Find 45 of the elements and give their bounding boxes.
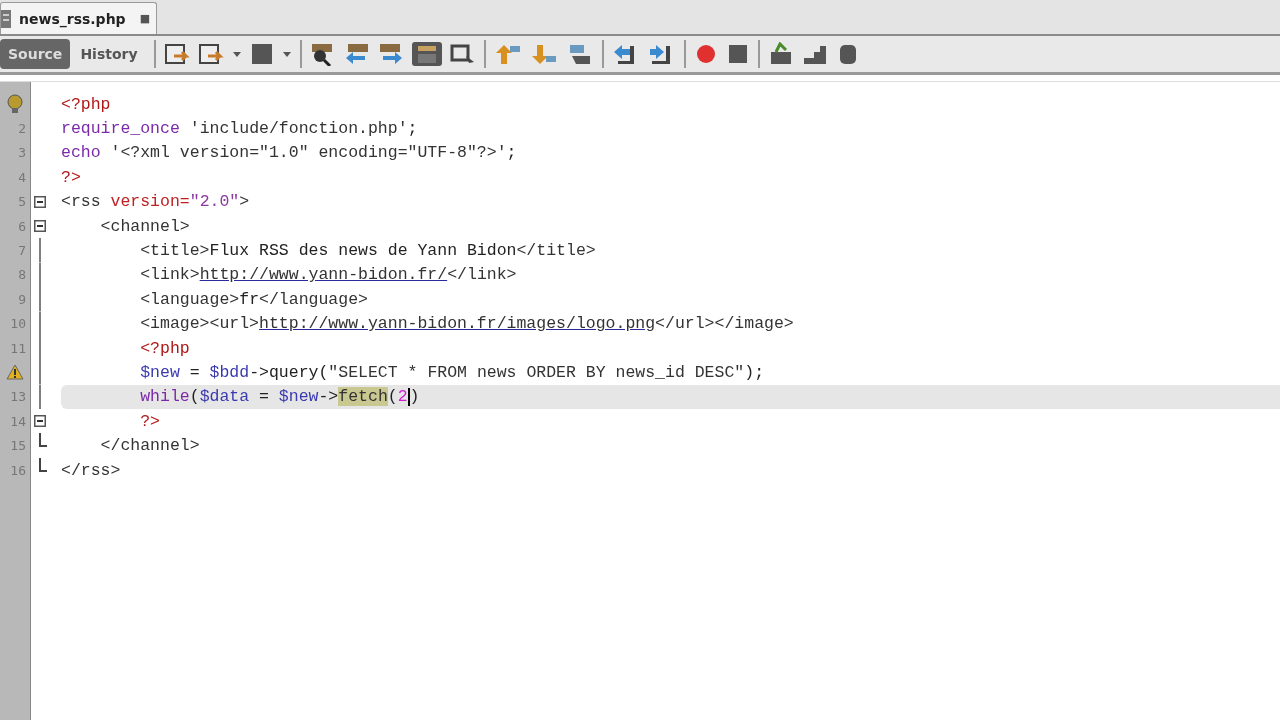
line-number: 11 [9, 340, 26, 356]
code-line: <title>Flux RSS des news de Yann Bidon</title> [139, 240, 597, 263]
line-number: 13 [9, 389, 26, 405]
code-line: </rss> [61, 459, 122, 482]
code-line: <link>http://www.yann-bidon.fr/</link> [139, 264, 518, 287]
line-number: 15 [9, 438, 26, 454]
code-line: require_once 'include/fonction.php'; [61, 118, 419, 141]
line-number: 9 [17, 291, 26, 307]
line-number: 14 [9, 413, 26, 429]
doc-arrow-icon[interactable] [197, 42, 224, 66]
highlighted-word: fetch [338, 387, 388, 407]
line-number: 7 [17, 243, 26, 259]
code-line: </channel> [99, 435, 201, 458]
code-line: $new = $bdd->query("SELECT * FROM news ORDER BY news_id DESC"); [139, 362, 766, 384]
code-line: ?> [139, 410, 161, 433]
line-number: 3 [17, 145, 26, 161]
fold-toggle-icon[interactable] [34, 415, 46, 428]
doc-arrow-icon[interactable] [163, 42, 190, 66]
fold-toggle-icon[interactable] [34, 195, 46, 208]
editor-tab[interactable]: news_rss.php ■ [0, 2, 158, 34]
line-number: 6 [17, 218, 26, 234]
code-line: <?php [61, 93, 112, 116]
line-number: 2 [17, 121, 26, 137]
code-line: <rss version="2.0"> [61, 191, 251, 214]
warning-icon[interactable] [6, 364, 24, 381]
code-line: <?php [139, 337, 191, 360]
fold-toggle-icon[interactable] [34, 220, 46, 233]
view-tab[interactable]: History [72, 39, 146, 69]
line-number: 4 [17, 169, 26, 185]
lightbulb-icon[interactable] [6, 94, 24, 115]
close-button[interactable]: ■ [139, 12, 151, 25]
rectangle-select-icon[interactable] [449, 42, 476, 66]
line-number: 5 [17, 194, 26, 210]
right-arrow-icon[interactable] [377, 42, 404, 66]
line-number: 8 [17, 267, 26, 283]
line-number: 16 [9, 462, 26, 478]
code-line: <language>fr</language> [139, 288, 369, 311]
line-number: 10 [9, 316, 26, 332]
tab-title: news_rss.php [19, 10, 126, 27]
view-tab[interactable]: Source [0, 39, 71, 69]
code-line: <image><url>http://www.yann-bidon.fr/images/logo.png</url></image> [139, 313, 795, 336]
code-line: echo '<?xml version="1.0" encoding="UTF-8"?>'; [61, 142, 518, 165]
code-line: ?> [61, 166, 82, 189]
file-icon [1, 8, 11, 29]
code-line: <channel> [99, 215, 191, 238]
